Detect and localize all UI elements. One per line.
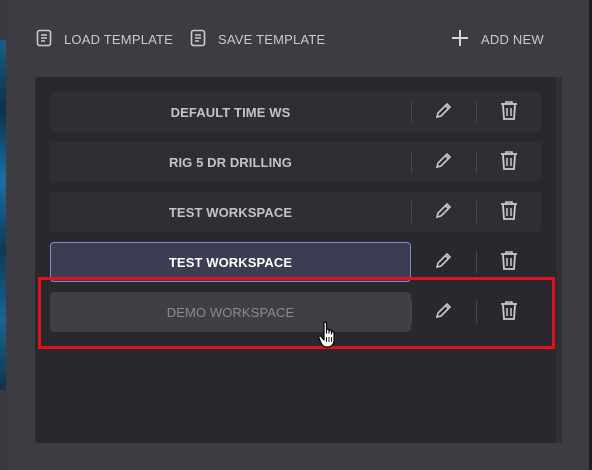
add-new-label: ADD NEW [481, 31, 544, 47]
edit-button[interactable] [432, 151, 456, 173]
workspace-row: TEST WORKSPACE [50, 192, 541, 232]
add-new-button[interactable]: ADD NEW [451, 27, 544, 51]
workspace-name[interactable]: DEFAULT TIME WS [50, 92, 411, 132]
pencil-icon [434, 150, 454, 175]
pencil-icon [434, 250, 454, 275]
scrollbar[interactable] [556, 77, 562, 443]
pencil-icon [434, 300, 454, 325]
edit-button[interactable] [432, 201, 456, 223]
workspace-name[interactable]: RIG 5 DR DRILLING [50, 142, 411, 182]
edit-button[interactable] [432, 101, 456, 123]
divider [411, 201, 412, 223]
workspace-name[interactable]: DEMO WORKSPACE [50, 292, 411, 332]
workspace-row-selected: TEST WORKSPACE [50, 242, 541, 282]
workspace-name[interactable]: TEST WORKSPACE [50, 192, 411, 232]
save-template-label: SAVE TEMPLATE [218, 31, 326, 47]
workspace-row: DEFAULT TIME WS [50, 92, 541, 132]
edit-button[interactable] [432, 301, 456, 323]
divider [411, 101, 412, 123]
workspace-list: DEFAULT TIME WS RIG 5 DR DRILLING TEST W… [35, 77, 556, 443]
trash-icon [500, 300, 518, 325]
delete-button[interactable] [498, 100, 520, 124]
pencil-icon [434, 100, 454, 125]
load-template-button[interactable]: LOAD TEMPLATE [36, 27, 173, 51]
toolbar: LOAD TEMPLATE SAVE TEMPLATE ADD NEW [6, 0, 589, 78]
delete-button[interactable] [498, 250, 520, 274]
workspace-manager-panel: LOAD TEMPLATE SAVE TEMPLATE ADD NEW DEFA… [6, 0, 589, 470]
divider [411, 151, 412, 173]
load-template-label: LOAD TEMPLATE [64, 31, 174, 47]
trash-icon [500, 250, 518, 275]
document-icon [190, 29, 218, 50]
hand-pointer-icon [318, 321, 340, 354]
workspace-name[interactable]: TEST WORKSPACE [50, 242, 411, 282]
trash-icon [500, 100, 518, 125]
plus-icon [451, 29, 481, 50]
workspace-row-dragging: DEMO WORKSPACE [50, 292, 541, 332]
divider [476, 151, 477, 173]
document-icon [36, 29, 64, 50]
divider [411, 301, 412, 323]
delete-button[interactable] [498, 150, 520, 174]
divider [476, 101, 477, 123]
trash-icon [500, 150, 518, 175]
divider [476, 201, 477, 223]
save-template-button[interactable]: SAVE TEMPLATE [190, 27, 325, 51]
pencil-icon [434, 200, 454, 225]
delete-button[interactable] [498, 300, 520, 324]
delete-button[interactable] [498, 200, 520, 224]
trash-icon [500, 200, 518, 225]
edit-button[interactable] [432, 251, 456, 273]
divider [476, 251, 477, 273]
divider [476, 301, 477, 323]
workspace-row: RIG 5 DR DRILLING [50, 142, 541, 182]
